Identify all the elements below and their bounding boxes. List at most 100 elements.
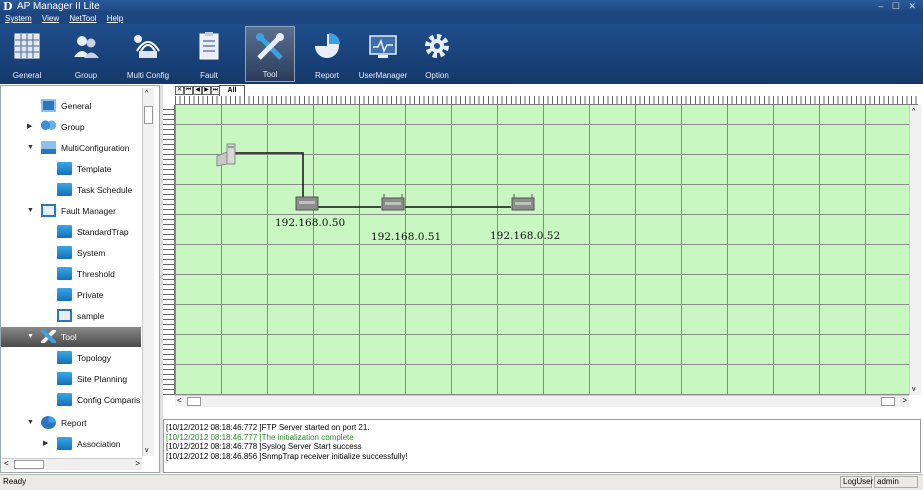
toolbar-option-button[interactable]: Option	[413, 26, 461, 82]
sidebar-item-task-schedule[interactable]: Task Schedule	[1, 180, 141, 200]
first-tab-button[interactable]: ⏮	[184, 86, 193, 95]
device-ip-label: 192.168.0.50	[275, 217, 346, 229]
vertical-ruler	[163, 105, 175, 395]
sidebar-horizontal-scrollbar[interactable]: < >	[2, 458, 142, 470]
access-point-icon[interactable]	[381, 194, 405, 212]
sidebar-item-association[interactable]: ▶ Association	[1, 434, 141, 454]
server-device-icon[interactable]	[215, 142, 239, 168]
user-manager-icon	[369, 35, 397, 58]
scroll-thumb[interactable]	[881, 397, 895, 406]
group-users-icon	[74, 36, 99, 58]
device-ip-label: 192.168.0.51	[371, 231, 442, 243]
group-users-icon	[41, 120, 56, 133]
sidebar-item-group[interactable]: ▶ Group	[1, 117, 141, 137]
tab-all[interactable]: All	[219, 85, 245, 96]
access-point-icon[interactable]	[295, 194, 319, 212]
status-role: LogUser	[840, 476, 873, 488]
toolbar-general-button[interactable]: General	[2, 26, 52, 82]
folder-icon	[57, 162, 72, 175]
scroll-thumb[interactable]	[144, 106, 153, 124]
status-bar: Ready LogUser admin	[0, 474, 923, 490]
collapse-arrow-icon[interactable]: ▼	[27, 413, 34, 433]
sidebar-item-sample[interactable]: sample	[1, 306, 141, 326]
sidebar-item-multiconfiguration[interactable]: ▼ MultiConfiguration	[1, 138, 141, 158]
scroll-down-icon[interactable]: v	[912, 386, 916, 393]
toolbar-report-button[interactable]: Report	[302, 26, 352, 82]
menu-help[interactable]: Help	[107, 13, 123, 24]
sidebar-item-system[interactable]: System	[1, 243, 141, 263]
link-server-ap50	[235, 152, 304, 201]
folder-icon	[57, 246, 72, 259]
main-toolbar: General Group Multi Config Fault Tool Re…	[0, 24, 923, 84]
scroll-down-icon[interactable]: v	[145, 447, 149, 454]
expand-arrow-icon[interactable]: ▶	[43, 434, 48, 454]
sidebar-item-general[interactable]: General	[1, 96, 141, 116]
sidebar-item-template[interactable]: Template	[1, 159, 141, 179]
general-grid-icon	[41, 99, 56, 112]
window-title: AP Manager II Lite	[17, 1, 100, 12]
toolbar-fault-button[interactable]: Fault	[185, 26, 233, 82]
canvas-vertical-scrollbar[interactable]: ^ v	[909, 105, 921, 395]
menu-system[interactable]: System	[5, 13, 32, 24]
toolbar-tool-button[interactable]: Tool	[245, 26, 295, 82]
multi-config-icon	[134, 35, 160, 58]
topology-tab-bar: ✕ ⏮ ◀ ▶ ⏭ All	[163, 85, 923, 96]
canvas-horizontal-scrollbar[interactable]: < >	[175, 395, 909, 407]
expand-arrow-icon[interactable]: ▶	[27, 117, 32, 137]
fault-clipboard-icon	[41, 204, 56, 217]
topology-canvas[interactable]: 192.168.0.50 192.168.0.51 192.168.0.52	[175, 105, 909, 395]
collapse-arrow-icon[interactable]: ▼	[27, 138, 34, 158]
toolbar-multi-config-button[interactable]: Multi Config	[120, 26, 176, 82]
menu-view[interactable]: View	[42, 13, 59, 24]
toolbar-group-button[interactable]: Group	[54, 26, 118, 82]
collapse-arrow-icon[interactable]: ▼	[27, 201, 34, 221]
sidebar-item-threshold[interactable]: Threshold	[1, 264, 141, 284]
sidebar-item-standardtrap[interactable]: StandardTrap	[1, 222, 141, 242]
topology-links	[235, 152, 511, 208]
scroll-left-icon[interactable]: <	[177, 396, 182, 405]
folder-icon	[57, 351, 72, 364]
status-text: Ready	[3, 477, 27, 486]
menu-bar: System View NetTool Help	[0, 13, 923, 24]
dlink-logo: D	[3, 0, 13, 13]
sidebar-item-fault-manager[interactable]: ▼ Fault Manager	[1, 201, 141, 221]
folder-icon	[57, 437, 72, 450]
clipboard-icon	[57, 309, 72, 322]
scroll-up-icon[interactable]: ^	[912, 108, 915, 115]
report-pie-icon	[41, 416, 56, 429]
sidebar-tree: General ▶ Group ▼ MultiConfiguration Tem…	[0, 85, 160, 473]
folder-icon	[57, 267, 72, 280]
sidebar-item-report[interactable]: ▼ Report	[1, 413, 141, 433]
scroll-up-icon[interactable]: ^	[145, 90, 148, 97]
next-tab-button[interactable]: ▶	[202, 86, 211, 95]
device-ip-label: 192.168.0.52	[490, 230, 561, 242]
horizontal-ruler	[175, 96, 918, 105]
report-pie-icon	[315, 33, 340, 58]
sidebar-vertical-scrollbar[interactable]: ^ v	[142, 88, 154, 456]
sidebar-item-tool[interactable]: ▼ Tool	[1, 327, 141, 347]
close-tab-button[interactable]: ✕	[175, 86, 184, 95]
collapse-arrow-icon[interactable]: ▼	[27, 327, 34, 347]
general-grid-icon	[14, 33, 40, 59]
sidebar-item-config-comparison[interactable]: Config Comparis	[1, 390, 141, 410]
title-bar: D AP Manager II Lite – ☐ ✕	[0, 0, 923, 13]
scroll-right-icon[interactable]: >	[135, 459, 140, 468]
scroll-right-icon[interactable]: >	[902, 396, 907, 405]
sidebar-item-site-planning[interactable]: Site Planning	[1, 369, 141, 389]
log-line: [10/12/2012 08:18:46.778 ]Syslog Server …	[166, 442, 362, 451]
log-panel: [10/12/2012 08:18:46.772 ]FTP Server sta…	[163, 419, 921, 473]
menu-nettool[interactable]: NetTool	[69, 13, 96, 24]
scroll-thumb[interactable]	[14, 460, 44, 469]
sidebar-item-topology[interactable]: Topology	[1, 348, 141, 368]
status-user: admin	[874, 476, 918, 488]
prev-tab-button[interactable]: ◀	[193, 86, 202, 95]
log-line: [10/12/2012 08:18:46.772 ]FTP Server sta…	[166, 423, 370, 432]
scroll-left-icon[interactable]: <	[4, 459, 9, 468]
log-line: [10/12/2012 08:18:46.777 ]The initializa…	[166, 432, 354, 442]
toolbar-user-manager-button[interactable]: UserManager	[356, 26, 410, 82]
tool-wrench-icon	[256, 33, 284, 60]
access-point-icon[interactable]	[511, 194, 535, 212]
scroll-thumb[interactable]	[187, 397, 201, 406]
sidebar-item-private[interactable]: Private	[1, 285, 141, 305]
window-controls[interactable]: – ☐ ✕	[878, 0, 919, 13]
